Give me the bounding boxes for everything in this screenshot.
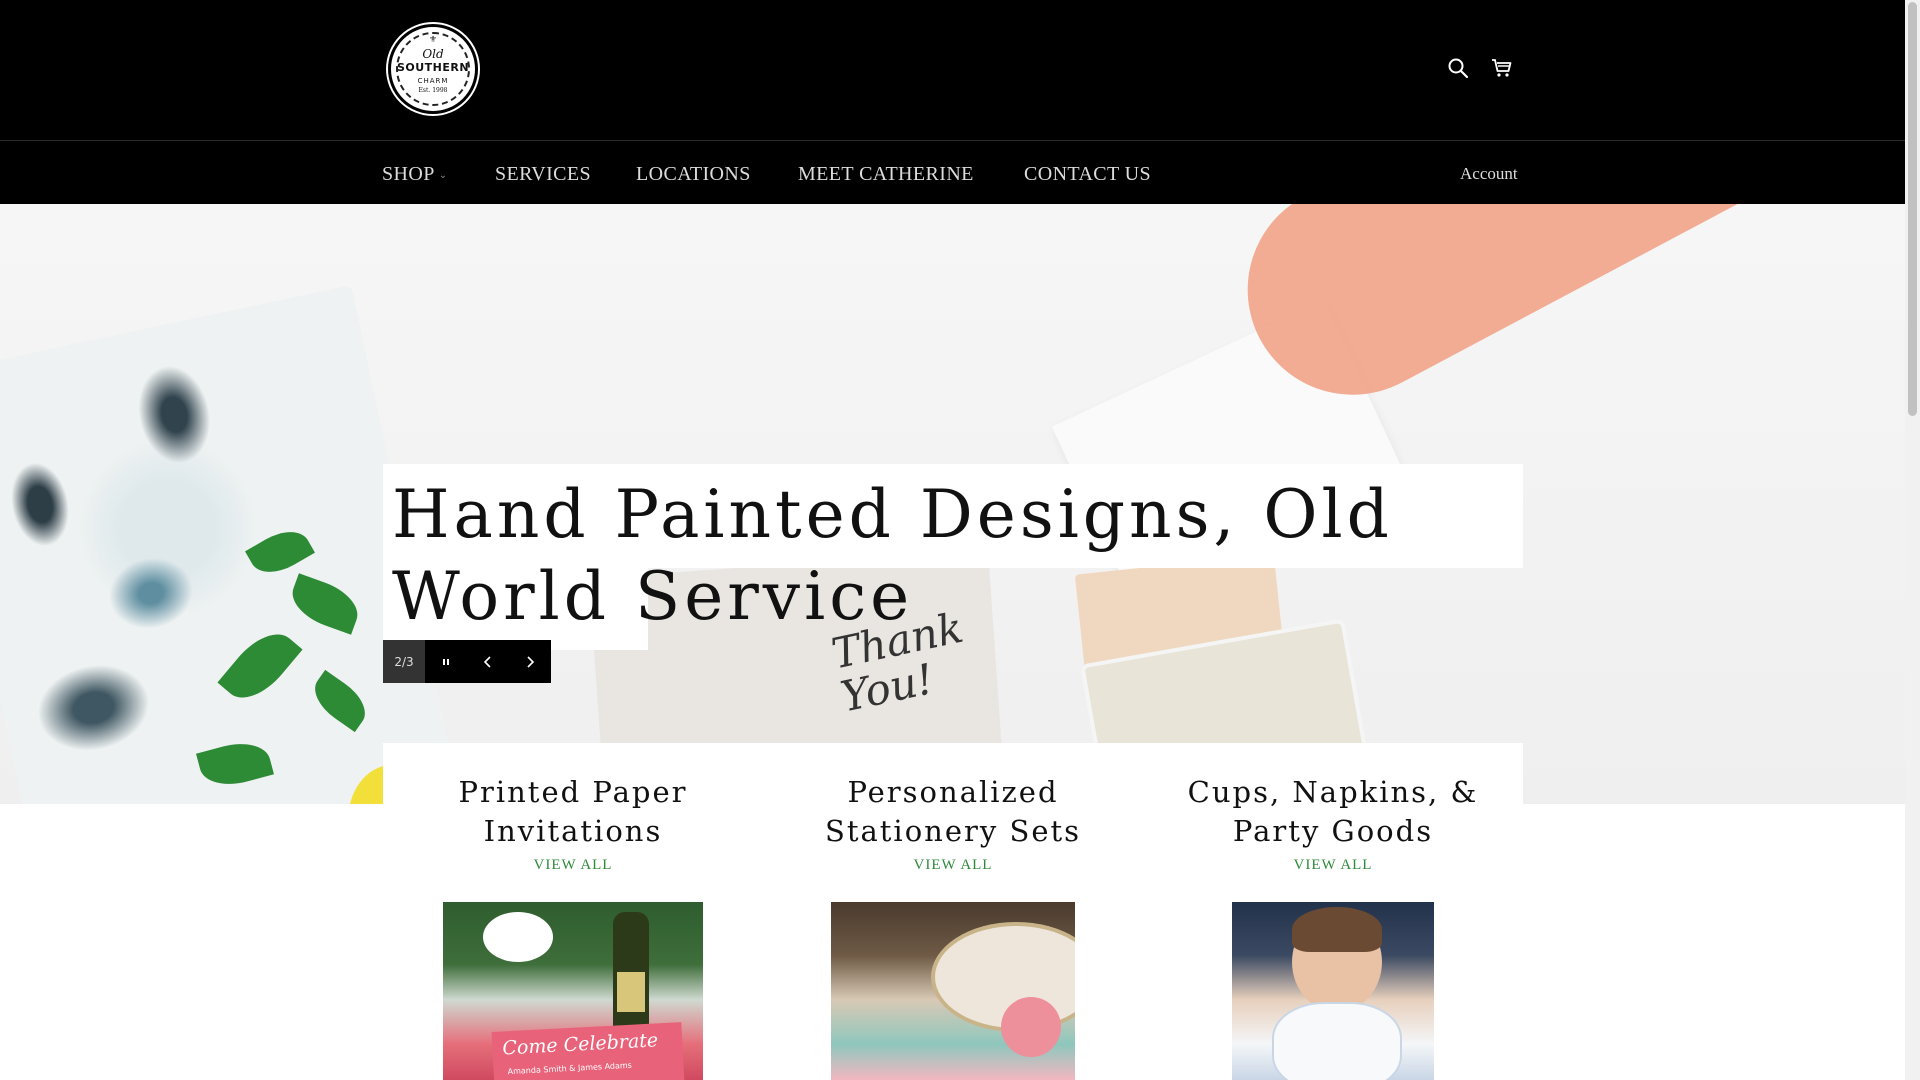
logo-text-est: Est. 1998 [418, 87, 448, 94]
bottle-label [617, 972, 645, 1012]
scrollbar-thumb[interactable] [1908, 2, 1917, 416]
chevron-right-icon [527, 655, 535, 668]
page-scrollbar[interactable] [1905, 0, 1920, 1080]
fleur-de-lis-icon: ⚜ [428, 35, 438, 45]
baby-hair [1292, 907, 1382, 952]
brand-logo[interactable]: ⚜ Old SOUTHERN CHARM Est. 1998 [388, 24, 478, 114]
collection-title[interactable]: Cups, Napkins, & Party Goods [1143, 773, 1523, 851]
view-all-link[interactable]: VIEW ALL [763, 857, 1143, 874]
logo-text-southern: SOUTHERN [396, 61, 470, 74]
collection-stationery[interactable]: Personalized Stationery Sets VIEW ALL [763, 773, 1143, 874]
site-header: ⚜ Old SOUTHERN CHARM Est. 1998 [0, 0, 1905, 140]
invitation-card-names: Amanda Smith & James Adams [507, 1060, 633, 1077]
invitation-card: Come Celebrate Amanda Smith & James Adam… [491, 1022, 685, 1080]
main-nav: SHOP ⌄ SERVICES LOCATIONS MEET CATHERINE … [0, 140, 1905, 204]
collection-invitations[interactable]: Printed Paper Invitations VIEW ALL [383, 773, 763, 874]
collection-party-goods[interactable]: Cups, Napkins, & Party Goods VIEW ALL [1143, 773, 1523, 874]
orchid-flower [483, 912, 553, 962]
logo-text-charm: CHARM [417, 77, 449, 85]
hero-headline: Hand Painted Designs, Old World Service [392, 476, 1393, 635]
slideshow-pause-button[interactable] [425, 640, 467, 683]
slideshow-prev-button[interactable] [467, 640, 509, 683]
nav-item-shop-label: SHOP [382, 163, 435, 185]
search-icon[interactable] [1446, 56, 1470, 80]
nav-item-locations[interactable]: LOCATIONS [636, 163, 751, 186]
monogram-bib [1272, 1002, 1402, 1080]
view-all-link[interactable]: VIEW ALL [383, 857, 763, 874]
pause-icon [443, 658, 449, 665]
collection-title[interactable]: Personalized Stationery Sets [763, 773, 1143, 851]
logo-text-old: Old [422, 47, 444, 61]
rose-flower [1001, 997, 1061, 1057]
chevron-down-icon: ⌄ [438, 169, 448, 181]
nav-item-services[interactable]: SERVICES [495, 163, 591, 186]
chevron-left-icon [483, 655, 491, 668]
collection-image-party-goods[interactable] [1232, 902, 1434, 1080]
slide-counter: 2/3 [383, 640, 425, 683]
collection-image-stationery[interactable] [831, 902, 1075, 1080]
nav-item-shop[interactable]: SHOP ⌄ [382, 163, 448, 186]
account-link[interactable]: Account [1460, 164, 1518, 184]
cart-icon[interactable] [1490, 56, 1514, 80]
nav-item-meet-catherine[interactable]: MEET CATHERINE [798, 163, 974, 186]
collection-title[interactable]: Printed Paper Invitations [383, 773, 763, 851]
nav-item-contact-us[interactable]: CONTACT US [1024, 163, 1151, 186]
invitation-card-title: Come Celebrate [501, 1029, 659, 1060]
collection-image-invitations[interactable]: Come Celebrate Amanda Smith & James Adam… [443, 902, 703, 1080]
view-all-link[interactable]: VIEW ALL [1143, 857, 1523, 874]
slideshow-next-button[interactable] [509, 640, 551, 683]
